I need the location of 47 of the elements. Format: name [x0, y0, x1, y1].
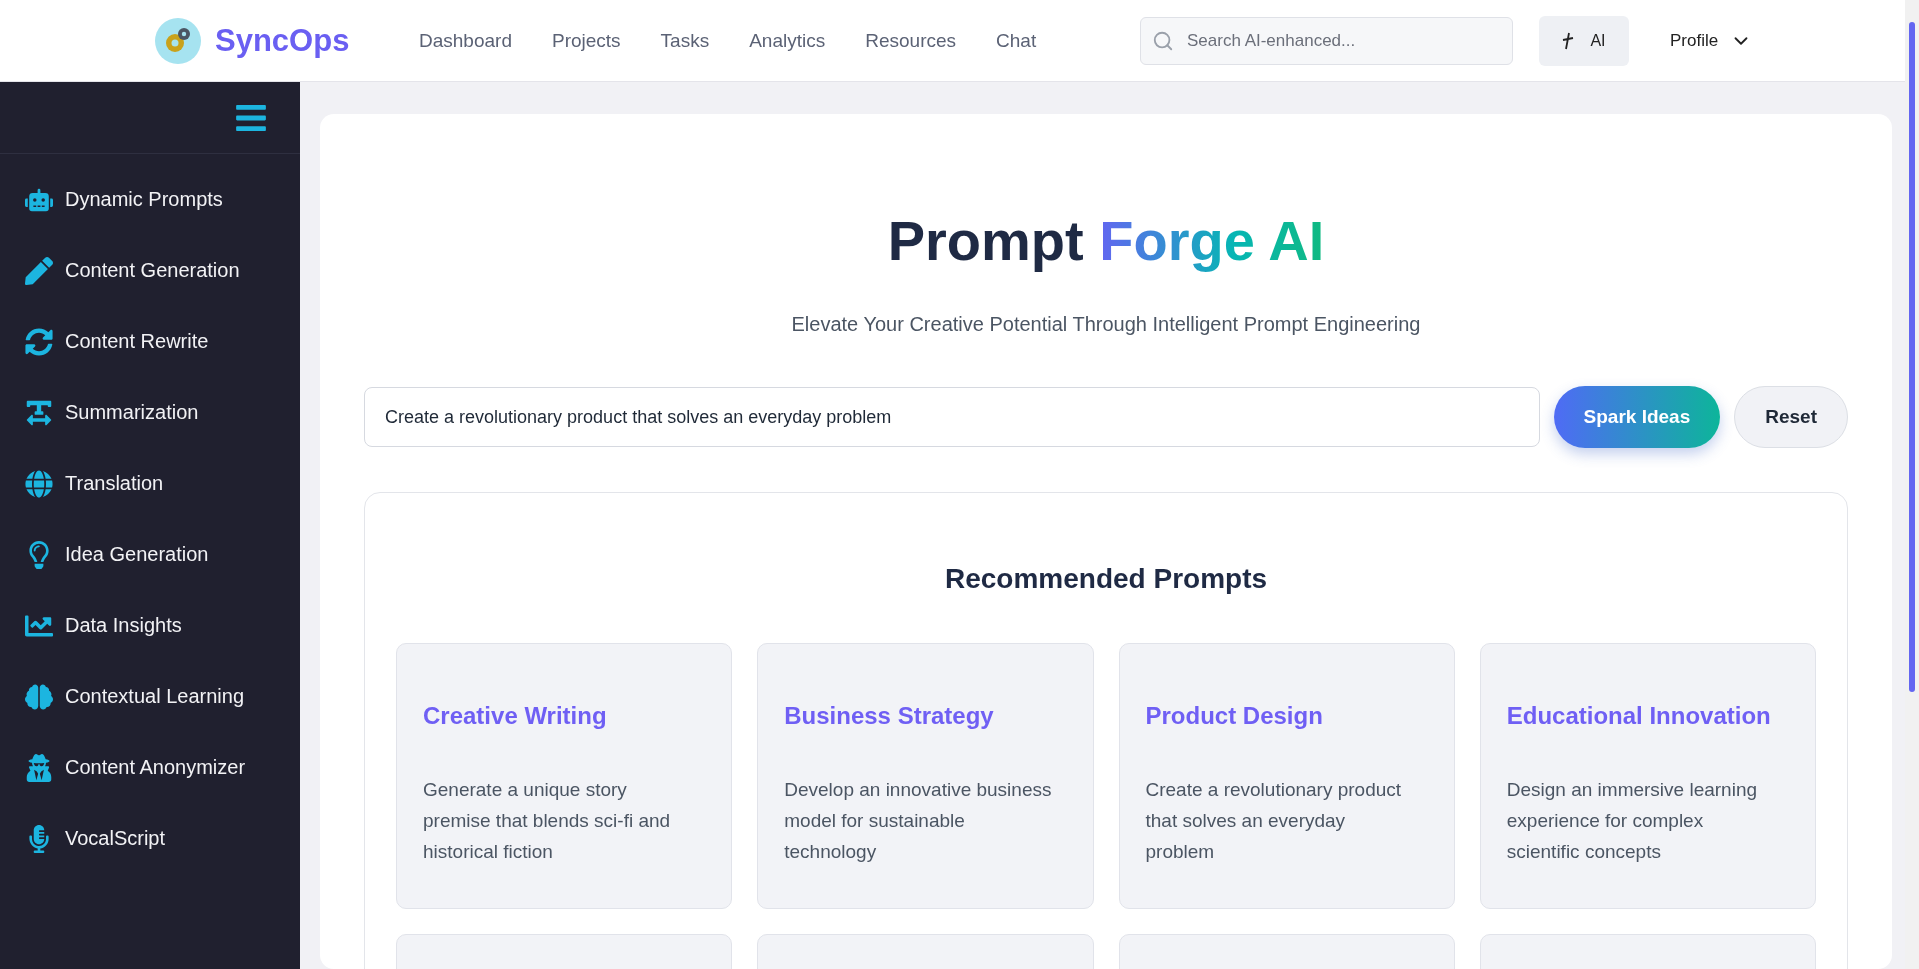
card-description: Generate a unique story premise that blends sci-fi and historical fiction: [423, 778, 672, 864]
prompt-card[interactable]: Educational Innovation Design an immersive learning experience for complex scientific concepts: [1479, 643, 1816, 909]
sidebar-item[interactable]: Summarization: [0, 377, 300, 448]
search-icon: [1152, 29, 1174, 52]
prompt-card[interactable]: Business Strategy Develop an innovative business model for sustainable technology: [757, 643, 1094, 909]
card-description: Create a revolutionary product that solves an everyday problem: [1145, 778, 1403, 864]
sidebar-item-icon: [25, 469, 53, 498]
section-heading: Recommended Prompts: [944, 563, 1268, 595]
card-title: Educational Innovation: [1506, 702, 1772, 730]
sidebar-item-icon: [25, 682, 53, 711]
sidebar-item-icon: [25, 398, 53, 427]
sidebar-item[interactable]: Contextual Learning: [0, 661, 300, 732]
card-title: Creative Writing: [423, 702, 608, 730]
prompt-card[interactable]: Creative Writing Generate a unique story premise that blends sci-fi and historical fiction: [396, 643, 733, 909]
card-title: Product Design: [1145, 702, 1324, 730]
nav-link[interactable]: Chat: [996, 29, 1037, 52]
nav-link[interactable]: Analytics: [749, 29, 826, 52]
sidebar-item[interactable]: Translation: [0, 448, 300, 519]
sidebar-item[interactable]: VocalScript: [0, 803, 300, 874]
scrollbar[interactable]: [1905, 0, 1919, 969]
ai-button[interactable]: AI: [1539, 15, 1629, 66]
profile-menu[interactable]: Profile: [1664, 28, 1759, 53]
sidebar-item[interactable]: Content Rewrite: [0, 306, 300, 377]
sidebar-item[interactable]: Content Anonymizer: [0, 732, 300, 803]
scrollbar-thumb[interactable]: [1909, 22, 1915, 692]
sidebar-item[interactable]: Idea Generation: [0, 519, 300, 590]
card-description: Develop an innovative business model for sustainable technology: [784, 778, 1053, 864]
nav-link[interactable]: Tasks: [660, 29, 710, 52]
page-subtitle: Elevate Your Creative Potential Through Intelligent Prompt Engineering: [791, 313, 1421, 336]
spark-ideas-button[interactable]: Spark Ideas: [1553, 386, 1721, 448]
sidebar-item[interactable]: Content Generation: [0, 235, 300, 306]
sidebar-item[interactable]: Dynamic Prompts: [0, 164, 300, 235]
card-title: Business Strategy: [784, 702, 995, 730]
sidebar-item-icon: [25, 256, 53, 285]
sidebar-item-icon: [25, 327, 53, 356]
brand-name[interactable]: SyncOps: [215, 22, 350, 59]
nav-link[interactable]: Dashboard: [419, 29, 512, 52]
prompt-card[interactable]: Product Design Create a revolutionary product that solves an everyday problem: [1118, 643, 1455, 909]
reset-button[interactable]: Reset: [1734, 386, 1848, 448]
gear-logo-icon: [155, 17, 201, 64]
nav-link[interactable]: Projects: [551, 29, 621, 52]
nav-link[interactable]: Resources: [865, 29, 957, 52]
card-description: Design an immersive learning experience for complex scientific concepts: [1506, 778, 1759, 864]
search-field[interactable]: Search AI-enhanced...: [1140, 16, 1513, 65]
sidebar-item-icon: [25, 753, 53, 782]
prompt-input[interactable]: Create a revolutionary product that solves an everyday problem: [364, 387, 1540, 447]
sidebar-item[interactable]: Data Insights: [0, 590, 300, 661]
